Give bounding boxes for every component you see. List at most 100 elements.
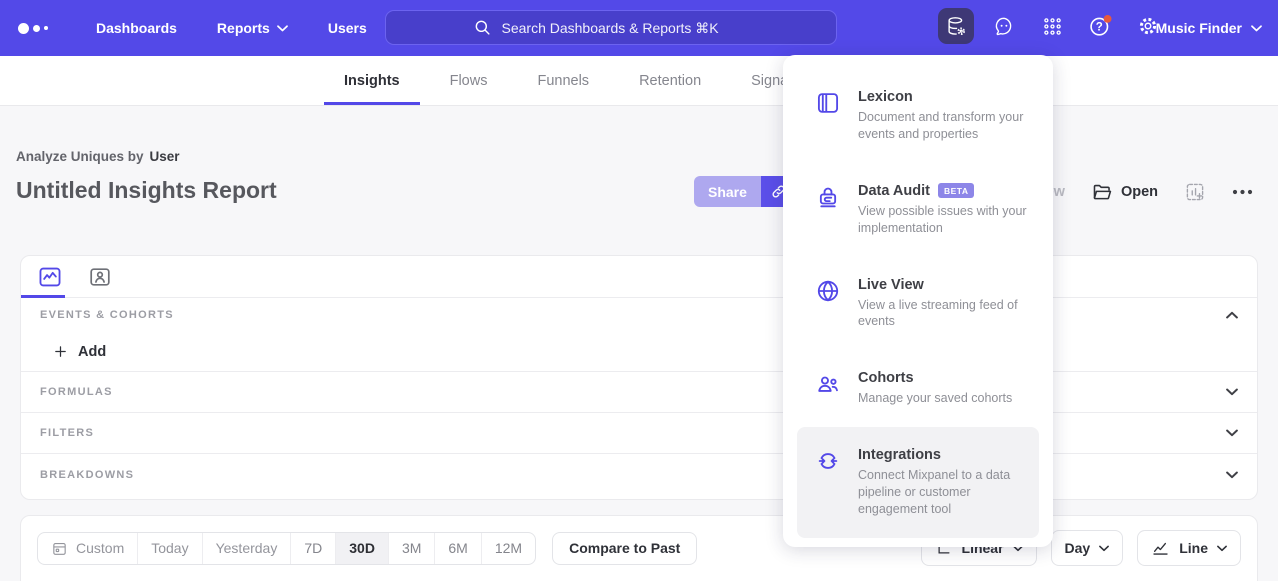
tab-insights[interactable]: Insights [324,56,420,105]
menu-live-view-title: Live View [858,277,924,293]
range-today[interactable]: Today [137,533,201,564]
apps-grid-icon [1042,16,1063,37]
range-30d[interactable]: 30D [335,533,388,564]
nav-reports-label: Reports [217,20,270,36]
live-view-icon [815,277,841,331]
ellipsis-icon [1232,189,1253,195]
mixpanel-logo[interactable] [18,23,64,34]
nav-reports[interactable]: Reports [217,20,288,36]
data-management-button[interactable] [938,8,974,44]
open-report-button[interactable]: Open [1091,181,1158,203]
events-cohorts-label: EVENTS & COHORTS [40,309,174,321]
nav-dashboards[interactable]: Dashboards [96,20,177,36]
nav-users[interactable]: Users [328,20,367,36]
beta-badge: BETA [938,183,975,198]
menu-cohorts-title: Cohorts [858,370,914,386]
svg-text:?: ? [1096,22,1103,34]
share-split-button: Share [694,176,796,207]
view-tab-metrics[interactable] [35,262,65,292]
range-3m-label: 3M [402,540,421,556]
section-filters[interactable]: FILTERS [21,413,1257,454]
nav-users-label: Users [328,20,367,36]
formulas-label: FORMULAS [40,386,113,398]
range-30d-label: 30D [349,540,375,556]
section-formulas[interactable]: FORMULAS [21,372,1257,413]
tab-retention[interactable]: Retention [619,56,721,105]
breakdowns-label: BREAKDOWNS [40,469,134,481]
calendar-icon [51,540,68,557]
chevron-down-icon [1251,25,1262,32]
messages-button[interactable] [986,8,1022,44]
data-audit-icon [815,183,841,237]
plus-icon [53,344,68,359]
messages-icon [993,15,1015,37]
profiles-icon [88,265,112,289]
add-event-button[interactable]: Add [21,332,1257,372]
chevron-down-icon[interactable] [1226,471,1238,479]
menu-live-view-description: View a live streaming feed of events [858,297,1028,331]
active-view-underline [21,295,65,298]
query-builder-card: EVENTS & COHORTS Add FORMULAS FILTERS BR… [20,255,1258,500]
range-3m[interactable]: 3M [388,533,434,564]
chevron-down-icon[interactable] [1226,429,1238,437]
chart-type-dropdown[interactable]: Line [1137,530,1241,566]
search-icon [473,18,492,37]
range-custom-label: Custom [76,540,124,556]
date-range-group: Custom Today Yesterday 7D 30D 3M 6M 12M [37,532,536,565]
section-events-cohorts[interactable]: EVENTS & COHORTS [21,298,1257,332]
tab-funnels[interactable]: Funnels [517,56,609,105]
notification-dot [1104,15,1112,23]
share-button[interactable]: Share [694,176,761,207]
interval-label: Day [1065,540,1091,556]
context-value[interactable]: User [150,149,180,164]
tab-insights-label: Insights [344,73,400,89]
global-search[interactable] [385,10,837,45]
menu-item-lexicon[interactable]: Lexicon Document and transform your even… [797,69,1039,163]
range-yesterday[interactable]: Yesterday [202,533,291,564]
range-custom[interactable]: Custom [38,533,137,564]
chart-type-label: Line [1179,540,1208,556]
data-management-menu: Lexicon Document and transform your even… [783,55,1053,547]
view-tab-profiles[interactable] [85,262,115,292]
chart-toolbar-card: Custom Today Yesterday 7D 30D 3M 6M 12M … [20,515,1258,581]
project-name: Music Finder [1156,20,1242,36]
tab-flows[interactable]: Flows [430,56,508,105]
page-title[interactable]: Untitled Insights Report [16,177,277,204]
menu-lexicon-title: Lexicon [858,89,913,105]
compare-to-past-button[interactable]: Compare to Past [552,532,697,565]
menu-item-integrations[interactable]: Integrations Connect Mixpanel to a data … [797,427,1039,538]
range-12m[interactable]: 12M [481,533,535,564]
menu-item-data-audit[interactable]: Data Audit BETA View possible issues wit… [797,163,1039,257]
filters-label: FILTERS [40,427,94,439]
menu-lexicon-description: Document and transform your events and p… [858,109,1028,143]
data-management-icon [945,15,967,37]
menu-item-live-view[interactable]: Live View View a live streaming feed of … [797,257,1039,351]
report-tabbar: Insights Flows Funnels Retention Signal … [0,56,1278,106]
chevron-down-icon [1099,545,1109,552]
open-label: Open [1121,184,1158,200]
range-yesterday-label: Yesterday [216,540,278,556]
tab-funnels-label: Funnels [537,73,589,89]
range-7d[interactable]: 7D [290,533,335,564]
add-to-dashboard-button[interactable] [1184,181,1206,203]
chevron-down-icon[interactable] [1226,388,1238,396]
add-chart-icon [1184,181,1206,203]
range-6m[interactable]: 6M [434,533,480,564]
chevron-up-icon[interactable] [1226,311,1238,319]
builder-view-tabs [21,256,1257,298]
menu-item-cohorts[interactable]: Cohorts Manage your saved cohorts [797,350,1039,427]
help-button[interactable]: ? [1082,8,1118,44]
context-prefix: Analyze Uniques by [16,149,144,164]
section-breakdowns[interactable]: BREAKDOWNS [21,454,1257,495]
search-input[interactable] [502,20,750,36]
analysis-context: Analyze Uniques by User [16,149,180,164]
nav-dashboards-label: Dashboards [96,20,177,36]
apps-grid-button[interactable] [1034,8,1070,44]
menu-integrations-description: Connect Mixpanel to a data pipeline or c… [858,467,1028,518]
help-icon: ? [1088,14,1112,38]
folder-icon [1091,181,1113,203]
project-switcher[interactable]: Music Finder [1156,0,1262,56]
interval-dropdown[interactable]: Day [1051,530,1124,566]
range-12m-label: 12M [495,540,522,556]
more-options-button[interactable] [1232,189,1253,195]
